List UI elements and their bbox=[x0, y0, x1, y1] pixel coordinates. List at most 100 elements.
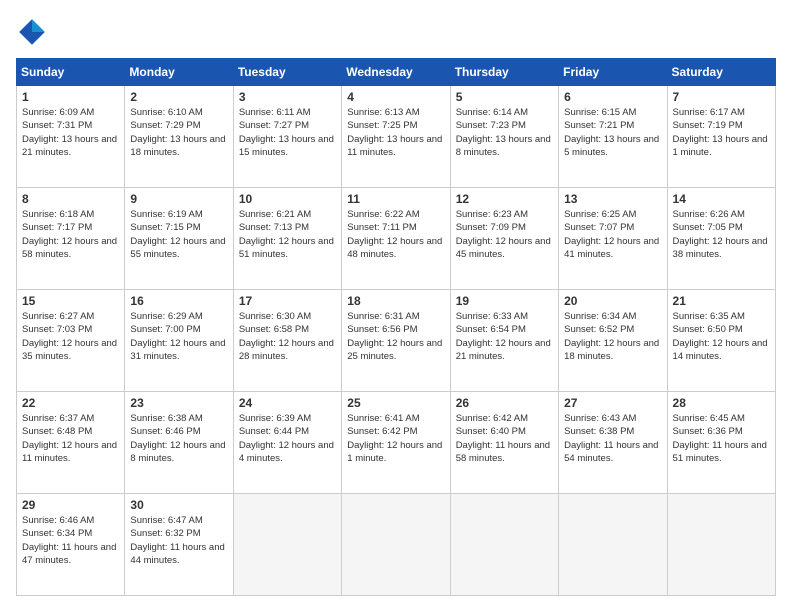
day-number: 6 bbox=[564, 90, 661, 104]
day-number: 29 bbox=[22, 498, 119, 512]
table-row: 3 Sunrise: 6:11 AM Sunset: 7:27 PM Dayli… bbox=[233, 86, 341, 188]
table-row bbox=[233, 494, 341, 596]
day-number: 24 bbox=[239, 396, 336, 410]
calendar-week-row: 22 Sunrise: 6:37 AM Sunset: 6:48 PM Dayl… bbox=[17, 392, 776, 494]
day-number: 13 bbox=[564, 192, 661, 206]
sunset-label: Sunset: 6:36 PM bbox=[673, 426, 743, 437]
day-info: Sunrise: 6:27 AM Sunset: 7:03 PM Dayligh… bbox=[22, 310, 119, 363]
daylight-label: Daylight: 12 hours and 45 minutes. bbox=[456, 236, 551, 260]
day-info: Sunrise: 6:15 AM Sunset: 7:21 PM Dayligh… bbox=[564, 106, 661, 159]
table-row: 29 Sunrise: 6:46 AM Sunset: 6:34 PM Dayl… bbox=[17, 494, 125, 596]
sunset-label: Sunset: 6:50 PM bbox=[673, 324, 743, 335]
daylight-label: Daylight: 13 hours and 15 minutes. bbox=[239, 134, 334, 158]
table-row bbox=[667, 494, 775, 596]
day-info: Sunrise: 6:47 AM Sunset: 6:32 PM Dayligh… bbox=[130, 514, 227, 567]
col-wednesday: Wednesday bbox=[342, 59, 450, 86]
table-row: 4 Sunrise: 6:13 AM Sunset: 7:25 PM Dayli… bbox=[342, 86, 450, 188]
day-info: Sunrise: 6:14 AM Sunset: 7:23 PM Dayligh… bbox=[456, 106, 553, 159]
sunset-label: Sunset: 7:27 PM bbox=[239, 120, 309, 131]
day-number: 18 bbox=[347, 294, 444, 308]
day-info: Sunrise: 6:39 AM Sunset: 6:44 PM Dayligh… bbox=[239, 412, 336, 465]
sunset-label: Sunset: 6:34 PM bbox=[22, 528, 92, 539]
day-number: 11 bbox=[347, 192, 444, 206]
sunset-label: Sunset: 6:54 PM bbox=[456, 324, 526, 335]
table-row: 7 Sunrise: 6:17 AM Sunset: 7:19 PM Dayli… bbox=[667, 86, 775, 188]
sunset-label: Sunset: 6:46 PM bbox=[130, 426, 200, 437]
day-info: Sunrise: 6:18 AM Sunset: 7:17 PM Dayligh… bbox=[22, 208, 119, 261]
day-number: 19 bbox=[456, 294, 553, 308]
day-info: Sunrise: 6:13 AM Sunset: 7:25 PM Dayligh… bbox=[347, 106, 444, 159]
sunrise-label: Sunrise: 6:46 AM bbox=[22, 515, 94, 526]
sunset-label: Sunset: 6:48 PM bbox=[22, 426, 92, 437]
logo bbox=[16, 16, 52, 48]
table-row: 16 Sunrise: 6:29 AM Sunset: 7:00 PM Dayl… bbox=[125, 290, 233, 392]
sunset-label: Sunset: 7:03 PM bbox=[22, 324, 92, 335]
day-number: 15 bbox=[22, 294, 119, 308]
sunset-label: Sunset: 7:31 PM bbox=[22, 120, 92, 131]
day-info: Sunrise: 6:34 AM Sunset: 6:52 PM Dayligh… bbox=[564, 310, 661, 363]
daylight-label: Daylight: 12 hours and 4 minutes. bbox=[239, 440, 334, 464]
table-row: 24 Sunrise: 6:39 AM Sunset: 6:44 PM Dayl… bbox=[233, 392, 341, 494]
sunrise-label: Sunrise: 6:31 AM bbox=[347, 311, 419, 322]
day-info: Sunrise: 6:09 AM Sunset: 7:31 PM Dayligh… bbox=[22, 106, 119, 159]
page: Sunday Monday Tuesday Wednesday Thursday… bbox=[0, 0, 792, 612]
sunset-label: Sunset: 7:07 PM bbox=[564, 222, 634, 233]
day-number: 27 bbox=[564, 396, 661, 410]
daylight-label: Daylight: 12 hours and 41 minutes. bbox=[564, 236, 659, 260]
logo-icon bbox=[16, 16, 48, 48]
day-info: Sunrise: 6:38 AM Sunset: 6:46 PM Dayligh… bbox=[130, 412, 227, 465]
table-row: 19 Sunrise: 6:33 AM Sunset: 6:54 PM Dayl… bbox=[450, 290, 558, 392]
day-info: Sunrise: 6:10 AM Sunset: 7:29 PM Dayligh… bbox=[130, 106, 227, 159]
sunset-label: Sunset: 7:13 PM bbox=[239, 222, 309, 233]
sunrise-label: Sunrise: 6:15 AM bbox=[564, 107, 636, 118]
table-row: 20 Sunrise: 6:34 AM Sunset: 6:52 PM Dayl… bbox=[559, 290, 667, 392]
day-number: 20 bbox=[564, 294, 661, 308]
sunrise-label: Sunrise: 6:42 AM bbox=[456, 413, 528, 424]
table-row: 15 Sunrise: 6:27 AM Sunset: 7:03 PM Dayl… bbox=[17, 290, 125, 392]
header bbox=[16, 16, 776, 48]
daylight-label: Daylight: 12 hours and 25 minutes. bbox=[347, 338, 442, 362]
table-row: 6 Sunrise: 6:15 AM Sunset: 7:21 PM Dayli… bbox=[559, 86, 667, 188]
daylight-label: Daylight: 12 hours and 48 minutes. bbox=[347, 236, 442, 260]
sunset-label: Sunset: 7:00 PM bbox=[130, 324, 200, 335]
col-tuesday: Tuesday bbox=[233, 59, 341, 86]
col-saturday: Saturday bbox=[667, 59, 775, 86]
table-row bbox=[450, 494, 558, 596]
daylight-label: Daylight: 11 hours and 47 minutes. bbox=[22, 542, 116, 566]
sunrise-label: Sunrise: 6:19 AM bbox=[130, 209, 202, 220]
daylight-label: Daylight: 11 hours and 54 minutes. bbox=[564, 440, 658, 464]
table-row: 13 Sunrise: 6:25 AM Sunset: 7:07 PM Dayl… bbox=[559, 188, 667, 290]
table-row bbox=[559, 494, 667, 596]
day-number: 5 bbox=[456, 90, 553, 104]
col-monday: Monday bbox=[125, 59, 233, 86]
day-info: Sunrise: 6:30 AM Sunset: 6:58 PM Dayligh… bbox=[239, 310, 336, 363]
calendar-table: Sunday Monday Tuesday Wednesday Thursday… bbox=[16, 58, 776, 596]
sunset-label: Sunset: 6:58 PM bbox=[239, 324, 309, 335]
calendar-header-row: Sunday Monday Tuesday Wednesday Thursday… bbox=[17, 59, 776, 86]
daylight-label: Daylight: 13 hours and 21 minutes. bbox=[22, 134, 117, 158]
daylight-label: Daylight: 13 hours and 5 minutes. bbox=[564, 134, 659, 158]
day-number: 4 bbox=[347, 90, 444, 104]
day-number: 10 bbox=[239, 192, 336, 206]
daylight-label: Daylight: 12 hours and 18 minutes. bbox=[564, 338, 659, 362]
day-number: 26 bbox=[456, 396, 553, 410]
day-info: Sunrise: 6:35 AM Sunset: 6:50 PM Dayligh… bbox=[673, 310, 770, 363]
day-number: 16 bbox=[130, 294, 227, 308]
day-info: Sunrise: 6:42 AM Sunset: 6:40 PM Dayligh… bbox=[456, 412, 553, 465]
sunrise-label: Sunrise: 6:09 AM bbox=[22, 107, 94, 118]
day-info: Sunrise: 6:19 AM Sunset: 7:15 PM Dayligh… bbox=[130, 208, 227, 261]
day-info: Sunrise: 6:22 AM Sunset: 7:11 PM Dayligh… bbox=[347, 208, 444, 261]
daylight-label: Daylight: 12 hours and 31 minutes. bbox=[130, 338, 225, 362]
sunset-label: Sunset: 6:42 PM bbox=[347, 426, 417, 437]
day-number: 9 bbox=[130, 192, 227, 206]
sunrise-label: Sunrise: 6:30 AM bbox=[239, 311, 311, 322]
day-number: 14 bbox=[673, 192, 770, 206]
sunset-label: Sunset: 6:56 PM bbox=[347, 324, 417, 335]
daylight-label: Daylight: 12 hours and 38 minutes. bbox=[673, 236, 768, 260]
calendar-week-row: 15 Sunrise: 6:27 AM Sunset: 7:03 PM Dayl… bbox=[17, 290, 776, 392]
sunrise-label: Sunrise: 6:23 AM bbox=[456, 209, 528, 220]
daylight-label: Daylight: 12 hours and 14 minutes. bbox=[673, 338, 768, 362]
table-row: 14 Sunrise: 6:26 AM Sunset: 7:05 PM Dayl… bbox=[667, 188, 775, 290]
sunrise-label: Sunrise: 6:35 AM bbox=[673, 311, 745, 322]
sunrise-label: Sunrise: 6:38 AM bbox=[130, 413, 202, 424]
